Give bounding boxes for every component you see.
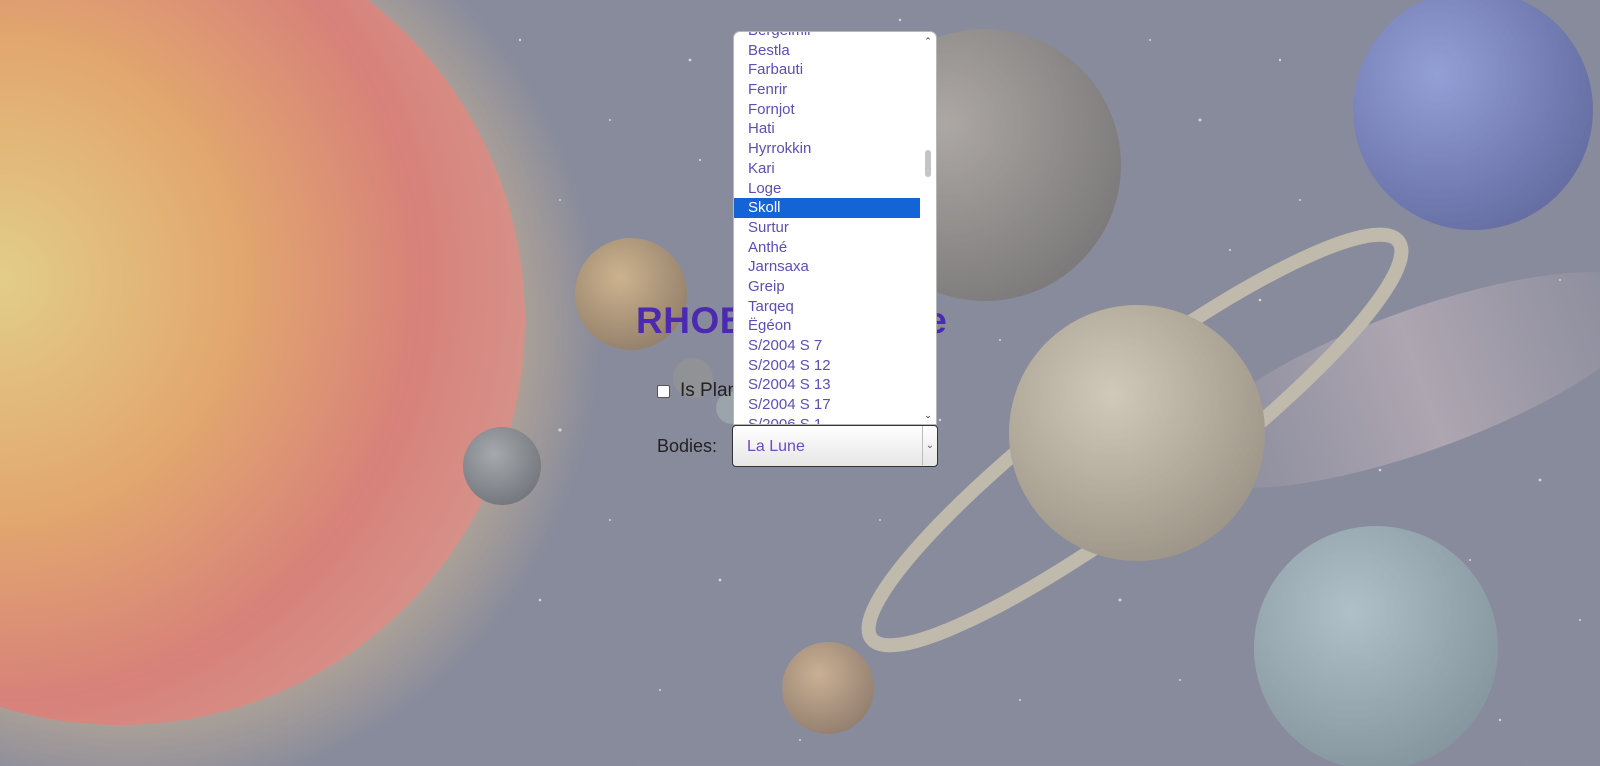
dropdown-option[interactable]: S/2004 S 12 xyxy=(734,356,920,376)
chevron-up-icon[interactable]: ⌃ xyxy=(920,34,936,48)
scrollbar-thumb[interactable] xyxy=(925,150,931,177)
dropdown-option[interactable]: Surtur xyxy=(734,218,920,238)
chevron-down-icon[interactable]: ⌄ xyxy=(922,426,937,465)
dropdown-option[interactable]: Bergelmir xyxy=(734,32,920,41)
dropdown-option[interactable]: Ëgéon xyxy=(734,316,920,336)
dropdown-option[interactable]: S/2004 S 17 xyxy=(734,395,920,415)
chevron-down-icon[interactable]: ⌄ xyxy=(920,408,936,422)
dropdown-option[interactable]: Greip xyxy=(734,277,920,297)
dropdown-option[interactable]: Fenrir xyxy=(734,80,920,100)
bodies-select-value: La Lune xyxy=(747,438,805,455)
dropdown-option[interactable]: Loge xyxy=(734,179,920,199)
dropdown-option[interactable]: Kari xyxy=(734,159,920,179)
dropdown-option[interactable]: Fornjot xyxy=(734,100,920,120)
bodies-select[interactable]: La Lune ⌄ xyxy=(732,425,938,467)
is-planet-checkbox[interactable] xyxy=(657,384,670,398)
dropdown-option[interactable]: Bestla xyxy=(734,41,920,61)
dropdown-option[interactable]: Farbauti xyxy=(734,60,920,80)
dropdown-option[interactable]: Anthé xyxy=(734,238,920,258)
dropdown-option[interactable]: Jarnsaxa xyxy=(734,257,920,277)
dropdown-option-selected[interactable]: Skoll xyxy=(734,198,920,218)
dropdown-options: Bergelmir Bestla Farbauti Fenrir Fornjot… xyxy=(734,32,920,424)
dropdown-option[interactable]: S/2004 S 7 xyxy=(734,336,920,356)
bodies-label: Bodies: xyxy=(657,436,718,456)
dropdown-option[interactable]: Hyrrokkin xyxy=(734,139,920,159)
dropdown-option[interactable]: Hati xyxy=(734,119,920,139)
dropdown-option[interactable]: S/2006 S 1 xyxy=(734,415,920,424)
dropdown-option[interactable]: S/2004 S 13 xyxy=(734,375,920,395)
dropdown-option[interactable]: Tarqeq xyxy=(734,297,920,317)
dropdown-scrollbar[interactable]: ⌃ ⌄ xyxy=(920,32,936,424)
bodies-dropdown-list[interactable]: Bergelmir Bestla Farbauti Fenrir Fornjot… xyxy=(733,31,937,425)
